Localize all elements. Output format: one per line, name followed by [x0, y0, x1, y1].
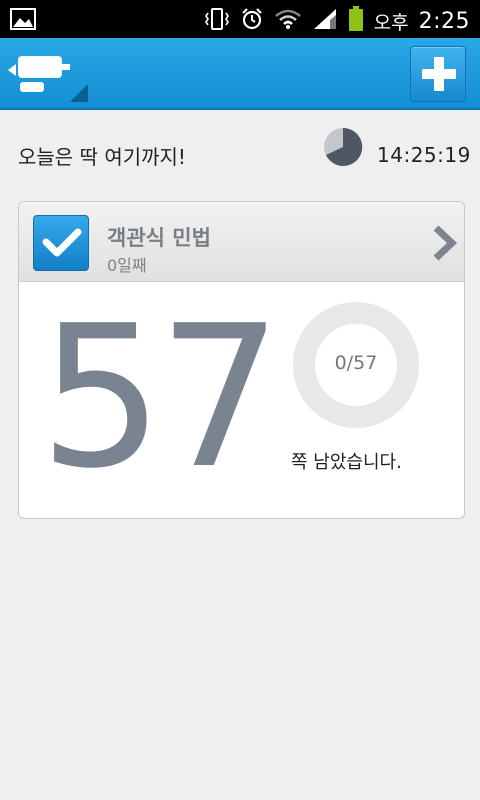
chevron-right-icon[interactable] — [430, 224, 458, 266]
vibrate-icon — [204, 7, 230, 35]
signal-icon — [312, 7, 338, 35]
battery-icon — [348, 6, 364, 36]
status-ampm: 오후 — [373, 11, 409, 34]
checkmark-icon — [42, 228, 82, 257]
add-button[interactable] — [410, 46, 466, 102]
remaining-label: 쪽 남았습니다. — [291, 452, 402, 473]
status-bar: 오후 2:25 — [0, 0, 480, 38]
status-time: 2:25 — [418, 8, 470, 34]
progress-text: 0/57 — [334, 352, 378, 374]
desk-icon — [8, 56, 88, 102]
clock-time: 14:25:19 — [377, 143, 471, 167]
card-subtitle: 0일째 — [107, 256, 147, 275]
action-bar — [0, 38, 480, 110]
alarm-icon — [240, 7, 264, 35]
wifi-icon — [274, 8, 302, 34]
app-menu-button[interactable] — [6, 52, 90, 102]
card-title: 객관식 민법 — [107, 226, 211, 250]
greeting-text: 오늘은 딱 여기까지! — [18, 145, 186, 169]
complete-checkbox[interactable] — [33, 215, 89, 271]
pie-clock-icon — [323, 127, 363, 167]
remaining-count: 57 — [39, 284, 282, 512]
subject-card[interactable]: 객관식 민법 0일째 57 0/57 쪽 남았습니다. — [18, 201, 465, 519]
image-icon — [10, 8, 36, 34]
card-header[interactable]: 객관식 민법 0일째 — [19, 202, 464, 282]
